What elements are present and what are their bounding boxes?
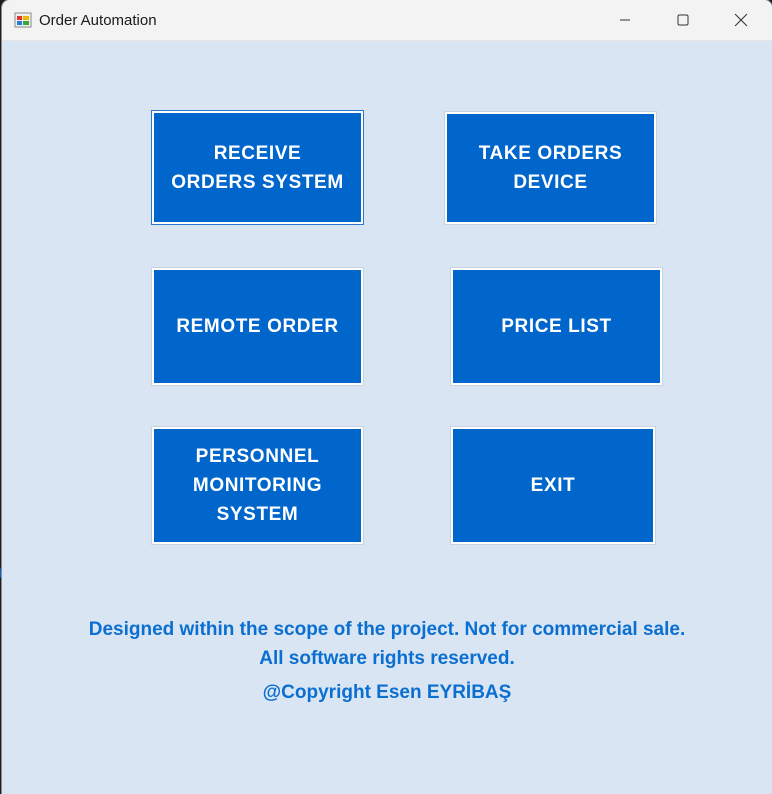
take-orders-device-label: TAKE ORDERS DEVICE [478, 143, 623, 193]
app-window: Order Automation RECEIVE ORDERS SYSTEM T… [2, 0, 772, 794]
main-panel: RECEIVE ORDERS SYSTEM TAKE ORDERS DEVICE… [2, 41, 772, 794]
minimize-button[interactable] [596, 0, 654, 40]
price-list-label: PRICE LIST [501, 316, 612, 337]
receive-orders-system-label: RECEIVE ORDERS SYSTEM [171, 142, 344, 193]
take-orders-device-button[interactable]: TAKE ORDERS DEVICE [445, 112, 656, 224]
minimize-icon [620, 19, 630, 21]
personnel-monitoring-system-label: PERSONNEL MONITORING SYSTEM [192, 446, 323, 525]
personnel-monitoring-system-button[interactable]: PERSONNEL MONITORING SYSTEM [152, 427, 363, 544]
close-button[interactable] [712, 0, 770, 40]
exit-button[interactable]: EXIT [451, 427, 655, 544]
receive-orders-system-button[interactable]: RECEIVE ORDERS SYSTEM [152, 111, 363, 224]
close-icon [734, 13, 748, 27]
maximize-button[interactable] [654, 0, 712, 40]
exit-label: EXIT [530, 475, 576, 496]
copyright-text: @Copyright Esen EYRİBAŞ [262, 682, 512, 703]
app-icon [14, 12, 32, 28]
remote-order-button[interactable]: REMOTE ORDER [152, 268, 363, 385]
price-list-button[interactable]: PRICE LIST [451, 268, 662, 385]
title-bar[interactable]: Order Automation [2, 0, 772, 41]
remote-order-label: REMOTE ORDER [176, 316, 339, 337]
rights-text: All software rights reserved. [259, 648, 515, 669]
disclaimer-text: Designed within the scope of the project… [88, 619, 686, 640]
window-title: Order Automation [39, 12, 157, 29]
maximize-icon [677, 14, 689, 26]
